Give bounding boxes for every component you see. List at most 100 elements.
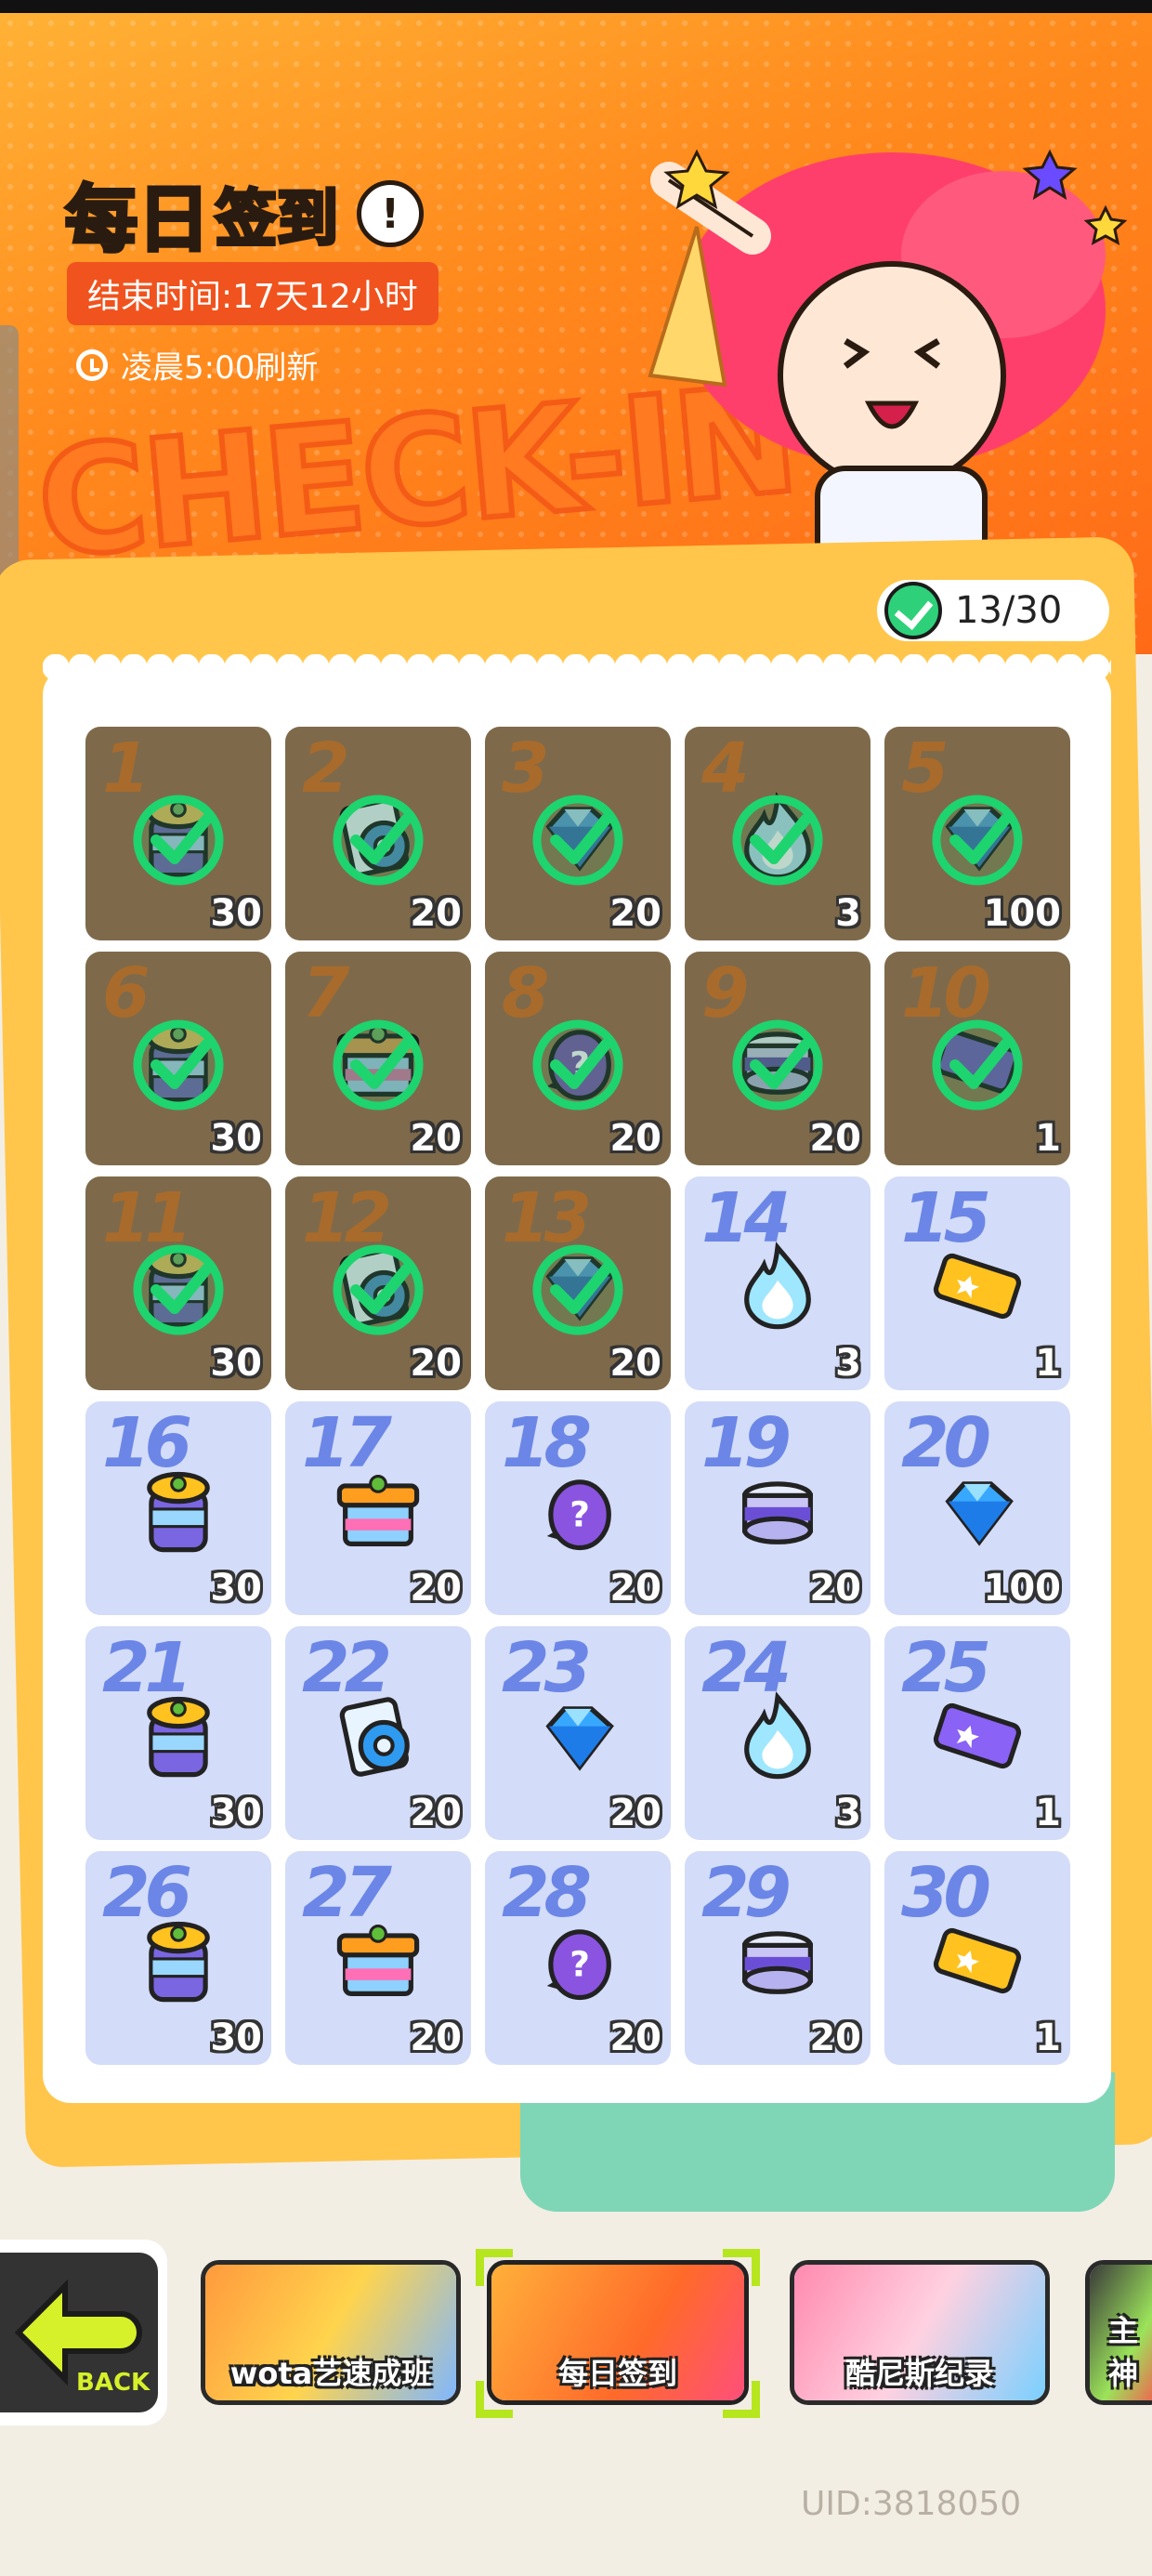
day-cell-17[interactable]: 17 20 [285,1401,471,1615]
tab-label: 每日签到 [557,2356,677,2391]
reward-quantity: 100 [983,892,1062,935]
purple-ticket-icon [929,1688,1026,1784]
flame-icon [729,1238,826,1334]
checkmark-icon [126,1238,230,1342]
reward-quantity: 20 [809,1117,861,1160]
day-cell-4[interactable]: 43 [685,727,871,940]
status-bar [0,0,1152,13]
day-cell-7[interactable]: 7 20 [285,952,471,1165]
day-cell-16[interactable]: 16 30 [85,1401,271,1615]
day-cell-3[interactable]: 3 20 [485,727,671,940]
tape-roll-icon [330,1688,426,1784]
checkin-counter: 13/30 [877,580,1109,641]
day-cell-5[interactable]: 5 100 [884,727,1070,940]
day-cell-11[interactable]: 11 30 [85,1176,271,1390]
reward-quantity: 20 [609,1792,661,1834]
flame-icon [729,1688,826,1784]
day-cell-30[interactable]: 30 1 [884,1851,1070,2065]
reward-quantity: 3 [835,892,861,935]
checkmark-icon [925,788,1029,892]
back-label: BACK [76,2369,151,2397]
reward-quantity: 20 [410,892,462,935]
title-part-daily: 每日 [63,177,212,264]
back-arrow-icon: BACK [14,2279,151,2397]
checkmark-icon [925,1013,1029,1117]
info-icon[interactable]: ! [357,180,425,247]
page-title: 每日 签到 ! [63,162,425,266]
reward-quantity: 1 [1035,1117,1061,1160]
day-cell-9[interactable]: 9 20 [685,952,871,1165]
day-cell-2[interactable]: 2 20 [285,727,471,940]
day-cell-12[interactable]: 12 20 [285,1176,471,1390]
reward-quantity: 30 [210,1342,262,1385]
day-cell-23[interactable]: 23 20 [485,1626,671,1840]
can-icon [729,1463,826,1559]
reward-quantity: 20 [609,1117,661,1160]
day-cell-24[interactable]: 24 3 [685,1626,871,1840]
checkin-count: 13/30 [955,589,1063,632]
day-cell-26[interactable]: 26 30 [85,1851,271,2065]
reward-quantity: 3 [835,1342,861,1385]
day-cell-13[interactable]: 13 20 [485,1176,671,1390]
back-button[interactable]: BACK [0,2240,167,2425]
reward-quantity: 30 [210,1792,262,1834]
tab-label: 酷尼斯纪录 [844,2356,994,2391]
day-cell-14[interactable]: 14 3 [685,1176,871,1390]
clock-icon [76,348,108,381]
checkmark-icon [726,1013,830,1117]
day-cell-8[interactable]: 8?20 [485,952,671,1165]
reward-quantity: 30 [210,892,262,935]
diamond-icon [530,1688,626,1784]
mystery-egg-icon: ? [530,1912,626,2009]
checkmark-icon [884,582,942,639]
title-part-checkin: 签到 [214,181,340,256]
checkmark-icon [326,1238,430,1342]
reward-quantity: 1 [1035,1792,1061,1834]
day-cell-1[interactable]: 1 30 [85,727,271,940]
day-cell-21[interactable]: 21 30 [85,1626,271,1840]
checkmark-icon [326,1013,430,1117]
reward-quantity: 20 [410,1792,462,1834]
tab-label: 主神 [1108,2313,1139,2391]
tab-daily-checkin[interactable]: 每日签到 [487,2260,749,2405]
tab-wota-course[interactable]: wota艺速成班 [201,2260,461,2405]
day-cell-22[interactable]: 22 20 [285,1626,471,1840]
day-cell-10[interactable]: 10 1 [884,952,1070,1165]
bottom-nav: BACK wota艺速成班 每日签到 酷尼斯纪录 主神 [0,2240,1152,2425]
reward-quantity: 20 [809,1567,861,1610]
reward-quantity: 20 [809,2017,861,2059]
reward-quantity: 30 [210,1117,262,1160]
refresh-info: 凌晨5:00刷新 [76,342,318,388]
reward-quantity: 1 [1035,2017,1061,2059]
day-cell-29[interactable]: 29 20 [685,1851,871,2065]
can-icon [729,1912,826,2009]
reward-quantity: 30 [210,1567,262,1610]
jar-icon [130,1463,227,1559]
day-cell-25[interactable]: 25 1 [884,1626,1070,1840]
reward-quantity: 20 [609,892,661,935]
checkmark-icon [526,788,630,892]
checkmark-icon [326,788,430,892]
day-cell-6[interactable]: 6 30 [85,952,271,1165]
checkmark-icon [126,788,230,892]
day-cell-20[interactable]: 20 100 [884,1401,1070,1615]
day-cell-15[interactable]: 15 1 [884,1176,1070,1390]
gold-ticket-icon [929,1912,1026,2009]
diamond-icon [929,1463,1026,1559]
box-icon [330,1912,426,2009]
reward-quantity: 30 [210,2017,262,2059]
checkmark-icon [726,788,830,892]
day-cell-27[interactable]: 27 20 [285,1851,471,2065]
reward-quantity: 20 [609,1342,661,1385]
day-cell-28[interactable]: 28? 20 [485,1851,671,2065]
tab-label: wota艺速成班 [229,2356,432,2391]
reward-quantity: 20 [410,2017,462,2059]
svg-text:?: ? [569,1944,590,1985]
checkmark-icon [526,1238,630,1342]
reward-quantity: 20 [410,1567,462,1610]
tab-kunis-records[interactable]: 酷尼斯纪录 [790,2260,1050,2405]
gold-ticket-icon [929,1238,1026,1334]
day-cell-18[interactable]: 18? 20 [485,1401,671,1615]
tab-main-god[interactable]: 主神 [1085,2260,1152,2405]
day-cell-19[interactable]: 19 20 [685,1401,871,1615]
